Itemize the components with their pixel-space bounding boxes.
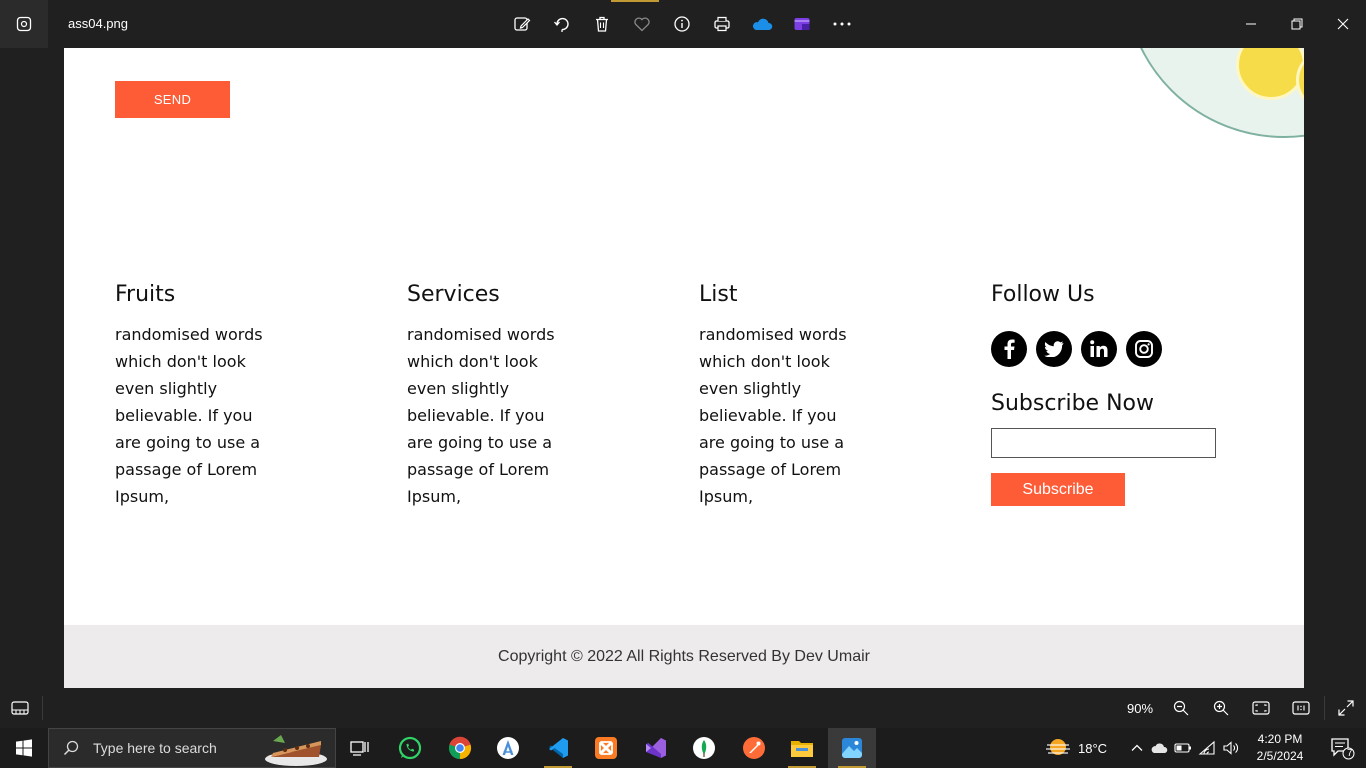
services-title: Services	[407, 282, 500, 307]
notification-count: 7	[1347, 748, 1353, 759]
vscode-icon[interactable]	[534, 728, 582, 768]
copyright-footer: Copyright © 2022 All Rights Reserved By …	[64, 625, 1304, 688]
linkedin-icon[interactable]	[1081, 331, 1117, 367]
photos-app-window: ass04.png SEND Fruits randomised words w…	[0, 0, 1366, 728]
follow-title: Follow Us	[991, 282, 1095, 307]
viewer-status-bar: 90%	[0, 688, 1366, 728]
subscribe-email-input[interactable]	[991, 428, 1216, 458]
wifi-icon[interactable]	[1198, 740, 1216, 756]
taskbar-search[interactable]: Type here to search	[48, 728, 336, 768]
file-name: ass04.png	[68, 16, 128, 31]
search-placeholder: Type here to search	[93, 740, 217, 756]
photos-taskbar-icon[interactable]	[828, 728, 876, 768]
fullscreen-icon[interactable]	[1326, 688, 1366, 728]
services-text: randomised words which don't look even s…	[407, 325, 555, 506]
list-column: List randomised words which don't look e…	[699, 282, 959, 510]
task-view-icon[interactable]	[336, 728, 384, 768]
info-icon[interactable]	[662, 0, 702, 48]
minimize-icon[interactable]	[1228, 0, 1274, 48]
social-links	[991, 331, 1251, 367]
rotate-icon[interactable]	[542, 0, 582, 48]
print-icon[interactable]	[702, 0, 742, 48]
status-divider	[42, 696, 43, 720]
pie-search-highlight-icon	[265, 735, 327, 766]
image-toolbar	[502, 0, 862, 48]
filmstrip-icon[interactable]	[0, 688, 40, 728]
facebook-icon[interactable]	[991, 331, 1027, 367]
zoom-out-icon[interactable]	[1162, 688, 1200, 728]
weather-widget[interactable]: 18°C	[1044, 728, 1107, 768]
delete-icon[interactable]	[582, 0, 622, 48]
onedrive-tray-icon[interactable]	[1150, 741, 1168, 755]
services-column: Services randomised words which don't lo…	[407, 282, 667, 510]
actual-size-icon[interactable]	[1282, 688, 1320, 728]
clock-date: 2/5/2024	[1256, 749, 1304, 763]
battery-icon[interactable]	[1174, 741, 1192, 755]
zoom-level: 90%	[1120, 688, 1160, 728]
file-explorer-icon[interactable]	[778, 728, 826, 768]
whatsapp-icon[interactable]	[386, 728, 434, 768]
windows-start-icon[interactable]	[0, 728, 48, 768]
subscribe-button[interactable]: Subscribe	[991, 473, 1125, 506]
zoom-level-text: 90%	[1126, 700, 1154, 716]
restore-icon[interactable]	[1274, 0, 1320, 48]
fit-to-window-icon[interactable]	[1242, 688, 1280, 728]
xampp-icon[interactable]	[582, 728, 630, 768]
title-bar: ass04.png	[0, 0, 1366, 48]
clipchamp-icon[interactable]	[782, 0, 822, 48]
photos-app-icon[interactable]	[0, 0, 48, 48]
taskbar-clock[interactable]: 4:20 PM 2/5/2024	[1250, 731, 1310, 765]
android-studio-icon[interactable]	[484, 728, 532, 768]
list-text: randomised words which don't look even s…	[699, 325, 847, 506]
system-tray	[1130, 728, 1240, 768]
show-hidden-icons-icon[interactable]	[1130, 741, 1144, 755]
follow-column: Follow Us Subscribe Now Subscribe	[991, 282, 1251, 506]
status-divider	[1324, 696, 1325, 720]
twitter-icon[interactable]	[1036, 331, 1072, 367]
mongodb-compass-icon[interactable]	[680, 728, 728, 768]
onedrive-icon[interactable]	[742, 0, 782, 48]
clock-time: 4:20 PM	[1257, 732, 1303, 746]
chrome-icon[interactable]	[436, 728, 484, 768]
visual-studio-icon[interactable]	[632, 728, 680, 768]
list-title: List	[699, 282, 738, 307]
instagram-icon[interactable]	[1126, 331, 1162, 367]
favorite-icon[interactable]	[622, 0, 662, 48]
search-icon	[63, 740, 79, 756]
edit-icon[interactable]	[502, 0, 542, 48]
postman-icon[interactable]	[730, 728, 778, 768]
notifications-icon[interactable]: 7	[1318, 728, 1366, 768]
haze-sun-icon	[1046, 739, 1070, 755]
fruits-text: randomised words which don't look even s…	[115, 325, 263, 506]
volume-icon[interactable]	[1222, 740, 1240, 756]
copyright-text: Copyright © 2022 All Rights Reserved By …	[498, 647, 870, 665]
subscribe-title: Subscribe Now	[991, 391, 1154, 416]
image-canvas: SEND Fruits randomised words which don't…	[64, 48, 1304, 688]
zoom-in-icon[interactable]	[1202, 688, 1240, 728]
fruits-title: Fruits	[115, 282, 176, 307]
weather-temperature: 18°C	[1078, 740, 1108, 756]
close-icon[interactable]	[1320, 0, 1366, 48]
send-button[interactable]: SEND	[115, 81, 230, 118]
lemon-plate-image	[1124, 48, 1304, 138]
more-icon[interactable]	[822, 0, 862, 48]
fruits-column: Fruits randomised words which don't look…	[115, 282, 375, 510]
windows-taskbar: Type here to search 18°C 4:20 PM 2/5/202…	[0, 728, 1366, 768]
